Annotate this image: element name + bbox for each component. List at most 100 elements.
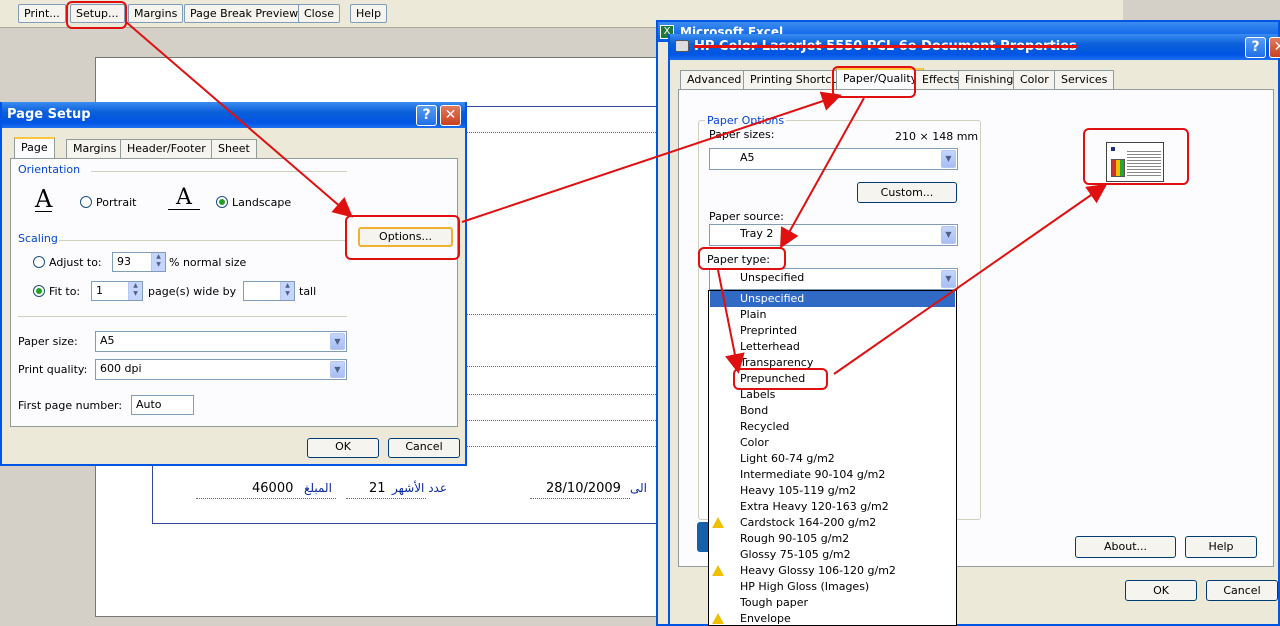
- close-icon[interactable]: ✕: [1269, 37, 1280, 58]
- landscape-label[interactable]: Landscape: [232, 196, 291, 209]
- print-quality-select[interactable]: 600 dpi ▼: [95, 359, 347, 380]
- paper-source-value: Tray 2: [740, 227, 774, 240]
- print-quality-label: Print quality:: [18, 363, 88, 376]
- spinner-arrows-icon[interactable]: ▲ ▼: [128, 282, 142, 300]
- months-label: عدد الأشهر: [392, 481, 448, 495]
- sheet-dotted-line: [456, 366, 656, 367]
- paper-size-value: A5: [740, 151, 755, 164]
- cancel-button[interactable]: Cancel: [1206, 580, 1278, 601]
- tab-header-footer[interactable]: Header/Footer: [120, 139, 213, 159]
- tab-finishing[interactable]: Finishing: [958, 70, 1021, 90]
- spinner-arrows-icon[interactable]: ▲ ▼: [151, 253, 165, 271]
- paper-type-option-label: Color: [740, 436, 769, 449]
- portrait-label[interactable]: Portrait: [96, 196, 136, 209]
- paper-type-option[interactable]: Recycled: [710, 419, 955, 435]
- paper-size-select[interactable]: A5 ▼: [709, 148, 958, 170]
- paper-type-option-label: Envelope: [740, 612, 791, 625]
- paper-type-option[interactable]: Light 60-74 g/m2: [710, 451, 955, 467]
- paper-type-option-label: Extra Heavy 120-163 g/m2: [740, 500, 889, 513]
- paper-type-option-label: HP High Gloss (Images): [740, 580, 870, 593]
- paper-type-option[interactable]: Glossy 75-105 g/m2: [710, 547, 955, 563]
- paper-type-option[interactable]: Heavy 105-119 g/m2: [710, 483, 955, 499]
- paper-type-option[interactable]: Envelope: [710, 611, 955, 625]
- paper-dimensions: 210 × 148 mm: [895, 130, 979, 143]
- tab-page[interactable]: Page: [14, 137, 55, 159]
- paper-type-option[interactable]: Extra Heavy 120-163 g/m2: [710, 499, 955, 515]
- about-button[interactable]: About...: [1075, 536, 1176, 558]
- landscape-radio[interactable]: [216, 196, 228, 208]
- paper-size-select[interactable]: A5 ▼: [95, 331, 347, 352]
- print-button[interactable]: Print...: [18, 4, 66, 23]
- paper-type-option[interactable]: Preprinted: [710, 323, 955, 339]
- adjust-to-radio[interactable]: [33, 256, 45, 268]
- chevron-down-icon[interactable]: ▼: [330, 361, 345, 378]
- printer-icon: [675, 40, 689, 52]
- ok-button[interactable]: OK: [1125, 580, 1197, 601]
- help-icon[interactable]: ?: [416, 105, 437, 126]
- annotation-box: [698, 247, 786, 270]
- paper-type-option[interactable]: Rough 90-105 g/m2: [710, 531, 955, 547]
- separator: [91, 171, 347, 172]
- paper-sizes-label: Paper sizes:: [709, 128, 775, 141]
- custom-button[interactable]: Custom...: [857, 182, 957, 203]
- paper-type-dropdown-list: Unspecified Plain Preprinted Letterhead Tran…: [708, 290, 957, 626]
- print-quality-value: 600 dpi: [100, 362, 142, 375]
- paper-type-option-label: Unspecified: [740, 292, 805, 305]
- close-icon[interactable]: ✕: [440, 105, 461, 126]
- paper-type-option[interactable]: Plain: [710, 307, 955, 323]
- printer-dialog-title-text: HP Color LaserJet 5550 PCL 6e Document P…: [694, 39, 1077, 54]
- help-icon[interactable]: ?: [1245, 37, 1266, 58]
- paper-type-option-label: Intermediate 90-104 g/m2: [740, 468, 886, 481]
- paper-type-option-label: Letterhead: [740, 340, 800, 353]
- portrait-radio[interactable]: [80, 196, 92, 208]
- close-preview-button[interactable]: Close: [298, 4, 340, 23]
- chevron-down-icon[interactable]: ▼: [941, 270, 956, 288]
- chevron-down-icon[interactable]: ▼: [941, 150, 956, 168]
- adjust-to-input[interactable]: 93 ▲ ▼: [112, 252, 166, 272]
- margins-button[interactable]: Margins: [128, 4, 184, 23]
- warning-icon: [712, 517, 724, 528]
- page-tab-panel: Orientation A Portrait A Landscape Scali…: [10, 158, 458, 427]
- paper-type-option[interactable]: Tough paper: [710, 595, 955, 611]
- tab-margins[interactable]: Margins: [66, 139, 124, 159]
- paper-type-option[interactable]: HP High Gloss (Images): [710, 579, 955, 595]
- fit-to-label[interactable]: Fit to:: [49, 285, 80, 298]
- ok-button[interactable]: OK: [307, 438, 379, 458]
- annotation-box: [345, 215, 460, 260]
- paper-type-option[interactable]: Letterhead: [710, 339, 955, 355]
- warning-icon: [712, 565, 724, 576]
- help-button[interactable]: Help: [350, 4, 388, 23]
- paper-type-select[interactable]: Unspecified ▼: [709, 268, 958, 290]
- tall-label: tall: [299, 285, 317, 298]
- page-break-preview-button[interactable]: Page Break Preview: [184, 4, 305, 23]
- printer-dialog-title: HP Color LaserJet 5550 PCL 6e Document P…: [670, 34, 1278, 60]
- paper-type-option[interactable]: Cardstock 164-200 g/m2: [710, 515, 955, 531]
- paper-type-option[interactable]: Intermediate 90-104 g/m2: [710, 467, 955, 483]
- tab-color[interactable]: Color: [1013, 70, 1056, 90]
- pages-wide-by-label: page(s) wide by: [148, 285, 237, 298]
- sheet-dotted-line: [196, 498, 336, 499]
- chevron-down-icon[interactable]: ▼: [330, 333, 345, 350]
- fit-to-radio[interactable]: [33, 285, 45, 297]
- chevron-down-icon[interactable]: ▼: [941, 226, 956, 244]
- help-button[interactable]: Help: [1185, 536, 1257, 558]
- sheet-dotted-line: [456, 420, 656, 421]
- spinner-arrows-icon[interactable]: ▲ ▼: [280, 282, 294, 300]
- annotation-box: [1083, 128, 1189, 185]
- tab-services[interactable]: Services: [1054, 70, 1115, 90]
- tab-advanced[interactable]: Advanced: [680, 70, 749, 90]
- paper-type-option[interactable]: Color: [710, 435, 955, 451]
- fit-tall-input[interactable]: ▲ ▼: [243, 281, 295, 301]
- paper-source-select[interactable]: Tray 2 ▼: [709, 224, 958, 246]
- portrait-a-icon: A: [35, 185, 53, 213]
- tab-sheet[interactable]: Sheet: [211, 139, 257, 159]
- sheet-dotted-line: [530, 498, 630, 499]
- first-page-input[interactable]: Auto: [131, 395, 194, 415]
- fit-wide-input[interactable]: 1 ▲ ▼: [91, 281, 143, 301]
- paper-type-option[interactable]: Unspecified: [710, 291, 955, 307]
- adjust-to-label[interactable]: Adjust to:: [49, 256, 102, 269]
- cancel-button[interactable]: Cancel: [388, 438, 460, 458]
- paper-type-option[interactable]: Heavy Glossy 106-120 g/m2: [710, 563, 955, 579]
- paper-type-option[interactable]: Bond: [710, 403, 955, 419]
- annotation-box: [66, 1, 127, 29]
